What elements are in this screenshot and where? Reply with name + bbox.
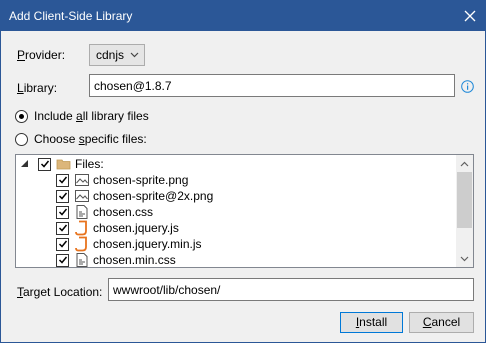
include-all-files-option[interactable]: Include all library files [15, 109, 149, 123]
collapse-triangle-icon[interactable] [20, 159, 30, 169]
scroll-down-button[interactable] [456, 250, 473, 267]
tree-root-row[interactable]: Files: [20, 156, 104, 172]
target-location-label: Target Location: [17, 285, 103, 299]
chevron-down-icon [460, 256, 469, 261]
target-location-input[interactable]: wwwroot/lib/chosen/ [108, 278, 474, 301]
title-bar: Add Client-Side Library [1, 1, 485, 31]
image-file-icon [75, 174, 89, 186]
file-checkbox[interactable] [56, 205, 69, 219]
provider-label: Provider: [17, 48, 66, 62]
chevron-down-icon [130, 52, 139, 58]
checkmark-icon [58, 240, 67, 248]
add-client-side-library-dialog: Add Client-Side Library Provider: cdnjs … [0, 0, 486, 343]
file-checkbox[interactable] [56, 237, 69, 251]
install-button[interactable]: Install [340, 312, 403, 333]
info-icon[interactable] [461, 80, 474, 93]
choose-specific-label: Choose specific files: [34, 132, 147, 146]
image-file-icon [75, 190, 89, 202]
checkmark-icon [58, 208, 67, 216]
checkmark-icon [58, 224, 67, 232]
file-checkbox[interactable] [56, 189, 69, 203]
close-button[interactable] [455, 1, 485, 31]
scroll-up-button[interactable] [456, 155, 473, 172]
file-name: chosen-sprite@2x.png [93, 189, 214, 203]
close-icon [464, 10, 476, 22]
vertical-scrollbar[interactable] [456, 155, 473, 267]
include-all-label: Include all library files [34, 109, 149, 123]
library-label: Library: [17, 81, 58, 95]
checkmark-icon [40, 160, 49, 168]
scroll-thumb[interactable] [457, 172, 472, 228]
cancel-button[interactable]: Cancel [409, 312, 474, 333]
file-name: chosen.jquery.min.js [93, 237, 202, 251]
window-title: Add Client-Side Library [9, 9, 133, 23]
file-checkbox[interactable] [56, 253, 69, 267]
files-root-label: Files: [75, 157, 104, 171]
provider-value: cdnjs [96, 48, 125, 62]
provider-dropdown[interactable]: cdnjs [89, 44, 145, 66]
file-name: chosen.css [93, 205, 154, 219]
file-row[interactable]: chosen-sprite.png [56, 172, 188, 188]
choose-specific-radio[interactable] [15, 132, 28, 146]
files-tree[interactable]: Files: chosen-sprite.png chosen-sprite@2… [15, 154, 474, 268]
folder-icon [56, 159, 71, 170]
js-file-icon [75, 236, 87, 252]
file-row[interactable]: chosen.jquery.js [56, 220, 179, 236]
library-input[interactable]: chosen@1.8.7 [89, 74, 455, 97]
root-checkbox[interactable] [38, 157, 51, 171]
file-checkbox[interactable] [56, 221, 69, 235]
include-all-radio[interactable] [15, 109, 28, 123]
file-name: chosen-sprite.png [93, 173, 189, 187]
css-file-icon [76, 205, 88, 219]
css-file-icon [76, 253, 88, 267]
file-name: chosen.jquery.js [93, 221, 179, 235]
checkmark-icon [58, 192, 67, 200]
js-file-icon [75, 220, 87, 236]
choose-specific-files-option[interactable]: Choose specific files: [15, 132, 147, 146]
file-row[interactable]: chosen.jquery.min.js [56, 236, 202, 252]
file-row[interactable]: chosen-sprite@2x.png [56, 188, 213, 204]
checkmark-icon [58, 176, 67, 184]
file-row[interactable]: chosen.css [56, 204, 153, 220]
file-row[interactable]: chosen.min.css [56, 252, 176, 267]
file-checkbox[interactable] [56, 173, 69, 187]
file-name: chosen.min.css [93, 253, 176, 267]
checkmark-icon [58, 256, 67, 264]
chevron-up-icon [460, 161, 469, 166]
